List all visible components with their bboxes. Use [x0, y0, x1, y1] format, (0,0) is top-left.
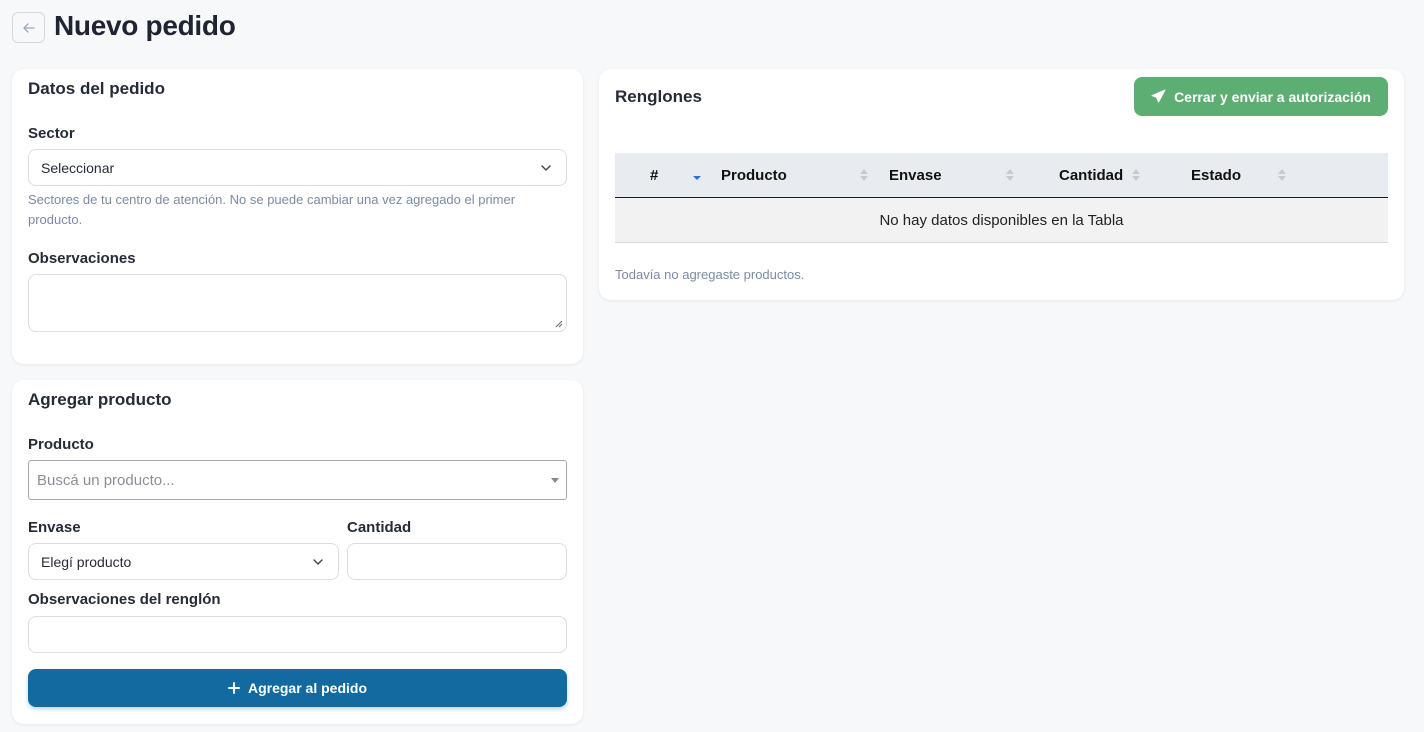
sort-icon[interactable]: [1278, 168, 1286, 182]
sector-select[interactable]: Seleccionar: [28, 149, 567, 186]
back-button[interactable]: [12, 12, 45, 43]
quantity-input[interactable]: [347, 543, 567, 580]
order-lines-card: Renglones Cerrar y enviar a autorización…: [599, 69, 1404, 300]
chevron-down-icon: [313, 558, 323, 565]
sort-icon[interactable]: [860, 168, 868, 182]
chevron-down-icon: [541, 164, 551, 171]
product-search-placeholder: Buscá un producto...: [37, 471, 175, 489]
lines-footer-note: Todavía no agregaste productos.: [615, 267, 805, 282]
quantity-label: Cantidad: [347, 519, 412, 536]
row-observations-input[interactable]: [28, 616, 567, 653]
dropdown-arrow-icon: [551, 478, 559, 483]
product-label: Producto: [28, 436, 94, 453]
page-title: Nuevo pedido: [54, 10, 236, 41]
add-product-card: Agregar producto Producto Buscá un produ…: [12, 380, 583, 724]
column-header-package[interactable]: Envase: [889, 153, 942, 197]
submit-for-authorization-button[interactable]: Cerrar y enviar a autorización: [1134, 77, 1388, 116]
add-to-order-label: Agregar al pedido: [247, 680, 368, 696]
order-details-card: Datos del pedido Sector Seleccionar Sect…: [12, 69, 583, 364]
table-header: # Producto Envase Cantidad Estado: [615, 153, 1388, 198]
arrow-left-icon: [22, 22, 35, 33]
add-to-order-button[interactable]: Agregar al pedido: [28, 669, 567, 707]
package-select-value: Elegí producto: [41, 553, 132, 570]
column-header-index[interactable]: #: [650, 153, 658, 197]
order-details-title: Datos del pedido: [28, 79, 165, 98]
add-product-title: Agregar producto: [28, 390, 172, 409]
table-empty-message: No hay datos disponibles en la Tabla: [879, 211, 1124, 229]
column-header-quantity[interactable]: Cantidad: [1059, 153, 1123, 197]
sort-desc-icon[interactable]: [693, 168, 701, 182]
plus-icon: [227, 682, 240, 694]
sort-icon[interactable]: [1006, 168, 1014, 182]
package-select[interactable]: Elegí producto: [28, 543, 339, 580]
sector-select-value: Seleccionar: [41, 159, 115, 176]
resize-handle-icon[interactable]: [555, 320, 563, 328]
sort-icon[interactable]: [1132, 168, 1140, 182]
order-lines-title: Renglones: [615, 87, 702, 106]
column-header-product[interactable]: Producto: [721, 153, 787, 197]
submit-for-authorization-label: Cerrar y enviar a autorización: [1174, 88, 1371, 105]
sector-label: Sector: [28, 125, 75, 142]
table-empty-row: No hay datos disponibles en la Tabla: [615, 198, 1388, 243]
observations-label: Observaciones: [28, 250, 136, 267]
observations-textarea[interactable]: [28, 274, 567, 332]
product-search-combobox[interactable]: Buscá un producto...: [28, 460, 567, 500]
column-header-status[interactable]: Estado: [1191, 153, 1241, 197]
package-label: Envase: [28, 519, 81, 536]
sector-help-text: Sectores de tu centro de atención. No se…: [28, 192, 516, 227]
paper-plane-icon: [1151, 89, 1166, 104]
row-observations-label: Observaciones del renglón: [28, 591, 221, 608]
